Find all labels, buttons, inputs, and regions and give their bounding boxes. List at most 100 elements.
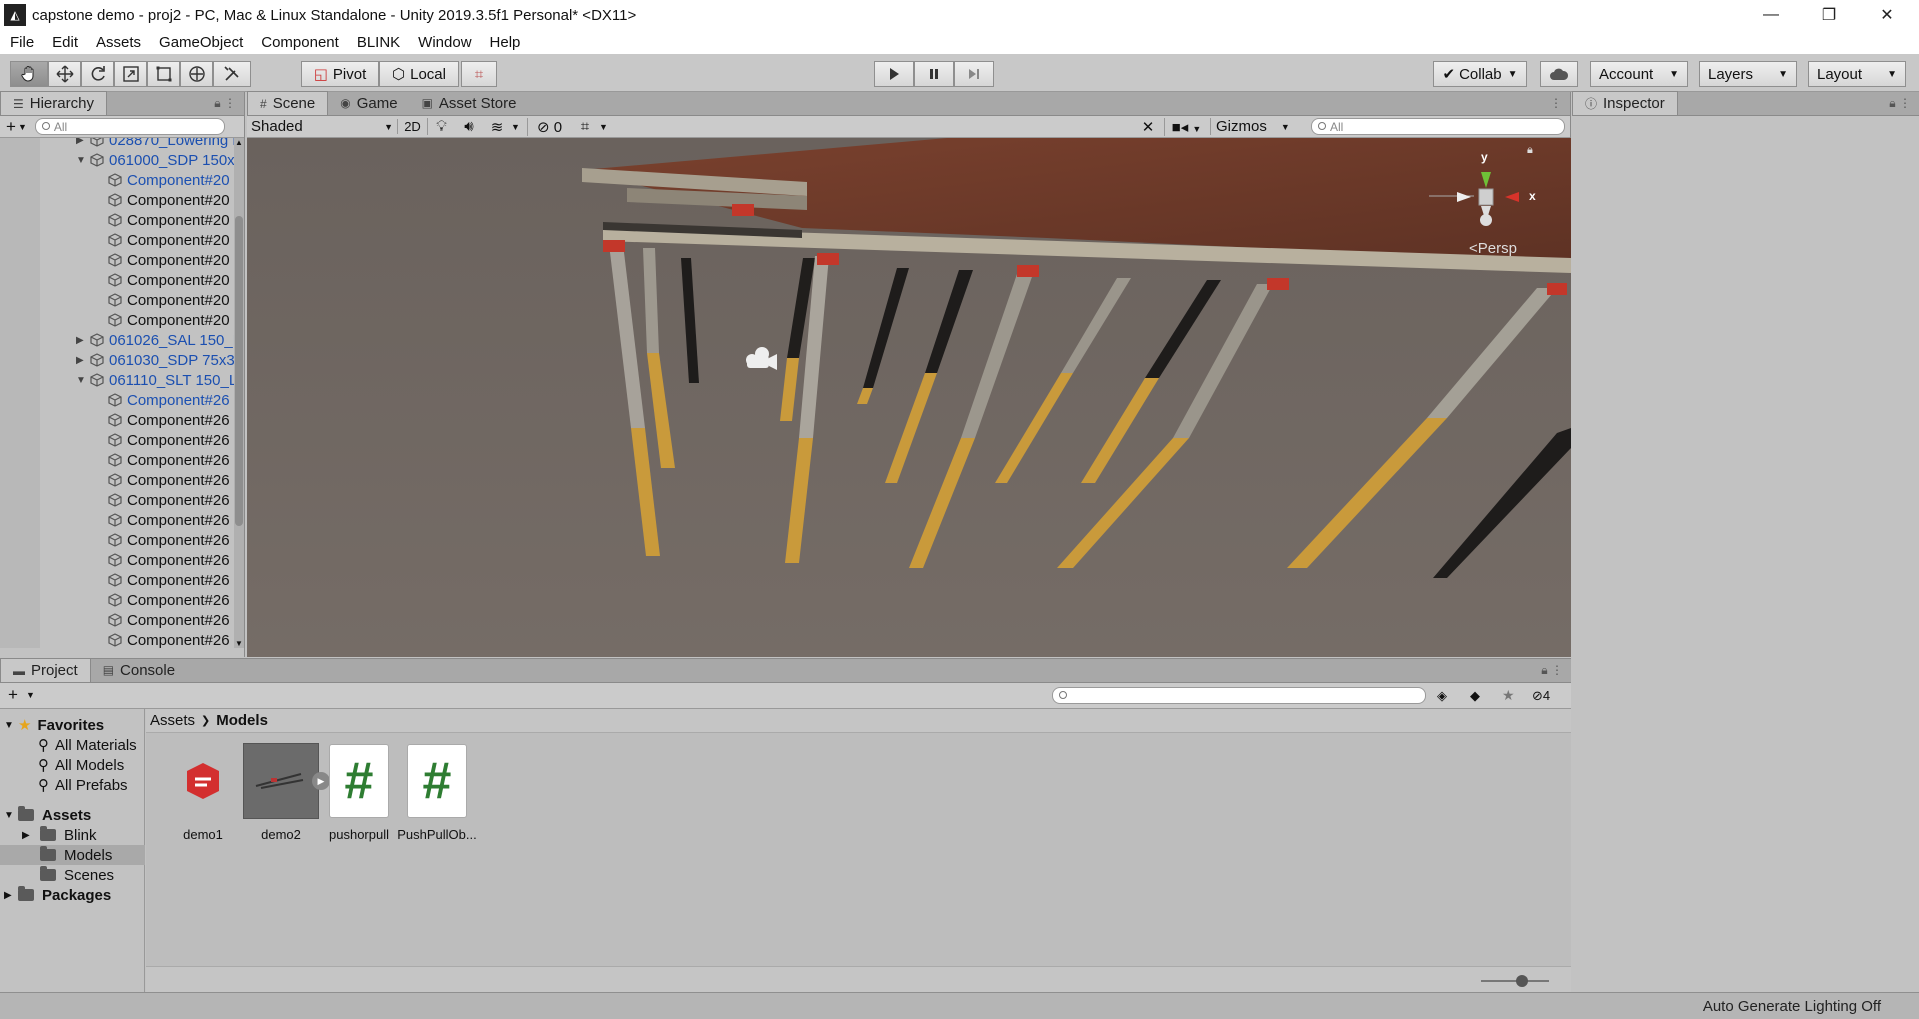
- hierarchy-item[interactable]: Component#26 (8): [108, 530, 235, 550]
- hierarchy-item[interactable]: Component#20 (1): [108, 190, 235, 210]
- hand-tool-button[interactable]: [10, 61, 48, 87]
- hierarchy-item[interactable]: Component#20 (5): [108, 310, 235, 330]
- camera-dropdown[interactable]: ■◂ ▼: [1164, 117, 1208, 136]
- layers-dropdown[interactable]: Layers ▼: [1699, 61, 1797, 87]
- hierarchy-item[interactable]: ▼ 061110_SLT 150_LOD3: [76, 370, 235, 390]
- filter-by-label-icon[interactable]: ◆: [1470, 688, 1480, 704]
- asset-item[interactable]: demo1: [158, 743, 248, 842]
- filter-by-type-icon[interactable]: ◈: [1437, 688, 1447, 704]
- asset-item[interactable]: # pushorpull: [314, 743, 404, 842]
- collapse-arrow-icon[interactable]: ▶: [76, 138, 90, 146]
- scroll-up-icon[interactable]: ▲: [235, 138, 243, 147]
- hierarchy-item[interactable]: ▼ 061000_SDP 150x75_L: [76, 150, 235, 170]
- hierarchy-item[interactable]: Component#20 (3): [108, 230, 235, 250]
- local-toggle[interactable]: ⬡ Local: [379, 61, 459, 87]
- collapse-arrow-icon[interactable]: ▶: [76, 335, 90, 346]
- hierarchy-item[interactable]: Component#26 (10): [108, 570, 235, 590]
- lock-icon[interactable]: 🔒︎ ⋮: [214, 96, 236, 111]
- hierarchy-item[interactable]: ▶ 028870_Lowering Head: [76, 138, 235, 150]
- close-button[interactable]: ✕: [1858, 0, 1916, 30]
- add-icon[interactable]: +: [8, 685, 18, 705]
- collab-dropdown[interactable]: ✔ Collab ▼: [1433, 61, 1527, 87]
- effects-toggle[interactable]: ≋: [483, 118, 511, 136]
- hierarchy-item[interactable]: Component#20 (2): [108, 210, 235, 230]
- transform-tool-button[interactable]: [180, 61, 213, 87]
- layout-dropdown[interactable]: Layout ▼: [1808, 61, 1906, 87]
- gizmo-lock-icon[interactable]: 🔒︎: [1527, 144, 1533, 157]
- favorite-item[interactable]: ⚲ All Materials: [38, 735, 137, 755]
- menu-component[interactable]: Component: [261, 34, 339, 51]
- menu-blink[interactable]: BLINK: [357, 34, 400, 51]
- tab-asset-store[interactable]: ▣ Asset Store: [410, 91, 529, 115]
- scene-viewport[interactable]: y x 🔒︎ <Persp: [247, 138, 1571, 657]
- favorite-item[interactable]: ⚲ All Models: [38, 755, 124, 775]
- breadcrumb-assets[interactable]: Assets: [150, 712, 195, 729]
- play-button[interactable]: [874, 61, 914, 87]
- maximize-button[interactable]: ❐: [1800, 0, 1858, 30]
- shading-dropdown[interactable]: Shaded ▼: [247, 118, 393, 135]
- packages-folder[interactable]: ▶ Packages: [4, 885, 111, 905]
- gizmos-dropdown[interactable]: Gizmos ▼: [1210, 118, 1300, 135]
- hierarchy-item[interactable]: Component#26 (5): [108, 470, 235, 490]
- folder-scenes[interactable]: Scenes: [40, 865, 114, 885]
- menu-assets[interactable]: Assets: [96, 34, 141, 51]
- dropdown-arrow-icon[interactable]: ▼: [26, 690, 35, 700]
- tab-console[interactable]: ▤ Console: [91, 658, 187, 682]
- lighting-toggle[interactable]: 💡︎: [427, 118, 455, 135]
- lock-icon[interactable]: 🔒︎ ⋮: [1889, 96, 1911, 111]
- menu-file[interactable]: File: [10, 34, 34, 51]
- hierarchy-item[interactable]: Component#26 (1): [108, 410, 235, 430]
- expand-arrow-icon[interactable]: ▼: [76, 155, 90, 166]
- hierarchy-scrollbar[interactable]: ▲ ▼: [234, 138, 244, 648]
- project-search-input[interactable]: [1052, 687, 1426, 704]
- mode-2d-toggle[interactable]: 2D: [397, 119, 427, 134]
- audio-toggle[interactable]: 🔊︎: [455, 118, 483, 135]
- tab-game[interactable]: ◉ Game: [328, 91, 409, 115]
- asset-item[interactable]: ▶ demo2: [236, 743, 330, 842]
- add-icon[interactable]: +: [6, 117, 16, 137]
- hierarchy-item[interactable]: Component#26: [108, 390, 230, 410]
- custom-tool-button[interactable]: [213, 61, 251, 87]
- tab-inspector[interactable]: ⓘ Inspector: [1572, 91, 1678, 115]
- hierarchy-item[interactable]: Component#26 (13): [108, 630, 235, 648]
- rotate-tool-button[interactable]: [81, 61, 114, 87]
- hierarchy-item[interactable]: Component#20 (7): [108, 290, 235, 310]
- zoom-slider[interactable]: [1481, 980, 1549, 982]
- tab-scene[interactable]: # Scene: [247, 91, 329, 115]
- hierarchy-item[interactable]: Component#26 (7): [108, 510, 235, 530]
- hierarchy-item[interactable]: Component#20 (4): [108, 250, 235, 270]
- pivot-toggle[interactable]: ◱ Pivot: [301, 61, 379, 87]
- tab-project[interactable]: ▬ Project: [0, 658, 91, 682]
- cloud-button[interactable]: [1540, 61, 1578, 87]
- scene-tools-button[interactable]: ✕: [1134, 118, 1162, 136]
- scrollbar-thumb[interactable]: [235, 216, 243, 526]
- menu-window[interactable]: Window: [418, 34, 471, 51]
- hierarchy-item[interactable]: Component#20 (6): [108, 270, 235, 290]
- projection-toggle[interactable]: <Persp: [1469, 240, 1517, 257]
- grid-toggle[interactable]: ⌗: [571, 118, 599, 135]
- lock-icon[interactable]: 🔒︎ ⋮: [1541, 663, 1563, 678]
- pause-button[interactable]: [914, 61, 954, 87]
- favorite-item[interactable]: ⚲ All Prefabs: [38, 775, 128, 795]
- asset-item[interactable]: # PushPullOb...: [392, 743, 482, 842]
- assets-folder[interactable]: ▼ Assets: [4, 805, 91, 825]
- favorites-folder[interactable]: ▼ ★ Favorites: [4, 715, 104, 735]
- hierarchy-item[interactable]: Component#26 (3): [108, 430, 235, 450]
- snap-grid-button[interactable]: ⌗: [461, 61, 497, 87]
- hierarchy-item[interactable]: Component#26 (12): [108, 610, 235, 630]
- status-message[interactable]: Auto Generate Lighting Off: [1703, 998, 1881, 1015]
- orientation-gizmo[interactable]: y x 🔒︎ <Persp: [1429, 144, 1569, 264]
- step-button[interactable]: [954, 61, 994, 87]
- more-options-icon[interactable]: ⋮: [1550, 96, 1562, 110]
- menu-help[interactable]: Help: [490, 34, 521, 51]
- folder-blink[interactable]: ▶ Blink: [22, 825, 97, 845]
- folder-models[interactable]: Models: [0, 845, 145, 865]
- scene-search-input[interactable]: All: [1311, 118, 1565, 135]
- collapse-arrow-icon[interactable]: ▶: [76, 355, 90, 366]
- hierarchy-item[interactable]: Component#26 (9): [108, 550, 235, 570]
- grid-dropdown[interactable]: ▼: [599, 122, 615, 132]
- tab-hierarchy[interactable]: ☰ Hierarchy: [0, 91, 107, 115]
- hierarchy-item[interactable]: ▶ 061026_SAL 150_LOD3: [76, 330, 235, 350]
- favorite-star-icon[interactable]: ★: [1502, 687, 1515, 704]
- hierarchy-search-input[interactable]: All: [34, 118, 225, 135]
